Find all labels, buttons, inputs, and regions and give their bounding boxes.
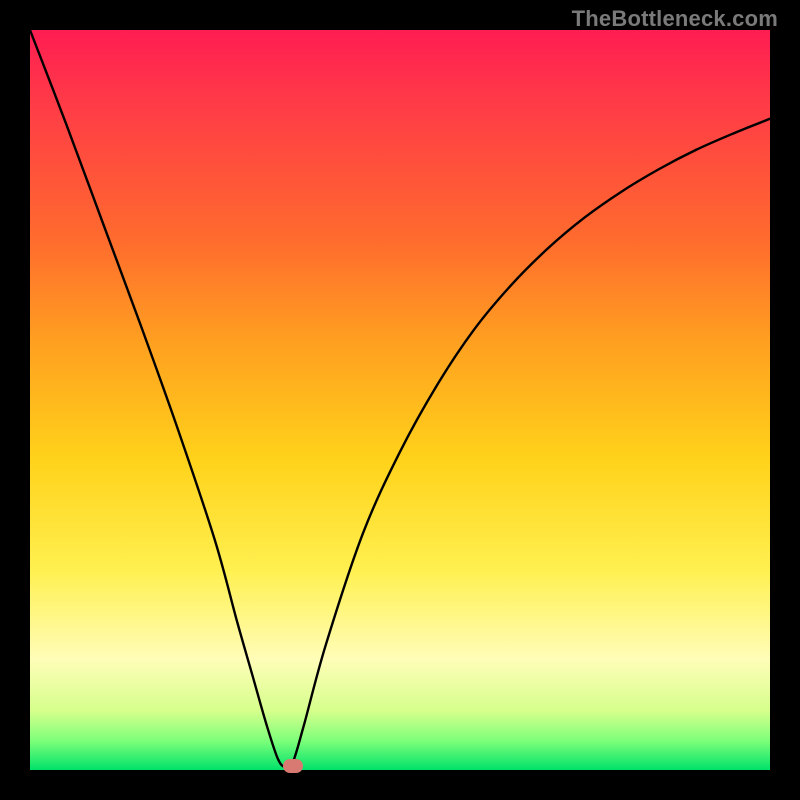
watermark-text: TheBottleneck.com bbox=[572, 6, 778, 32]
curve-svg bbox=[30, 30, 770, 770]
chart-frame: TheBottleneck.com bbox=[0, 0, 800, 800]
bottleneck-curve bbox=[30, 30, 770, 768]
minimum-marker bbox=[283, 759, 303, 773]
plot-area bbox=[30, 30, 770, 770]
